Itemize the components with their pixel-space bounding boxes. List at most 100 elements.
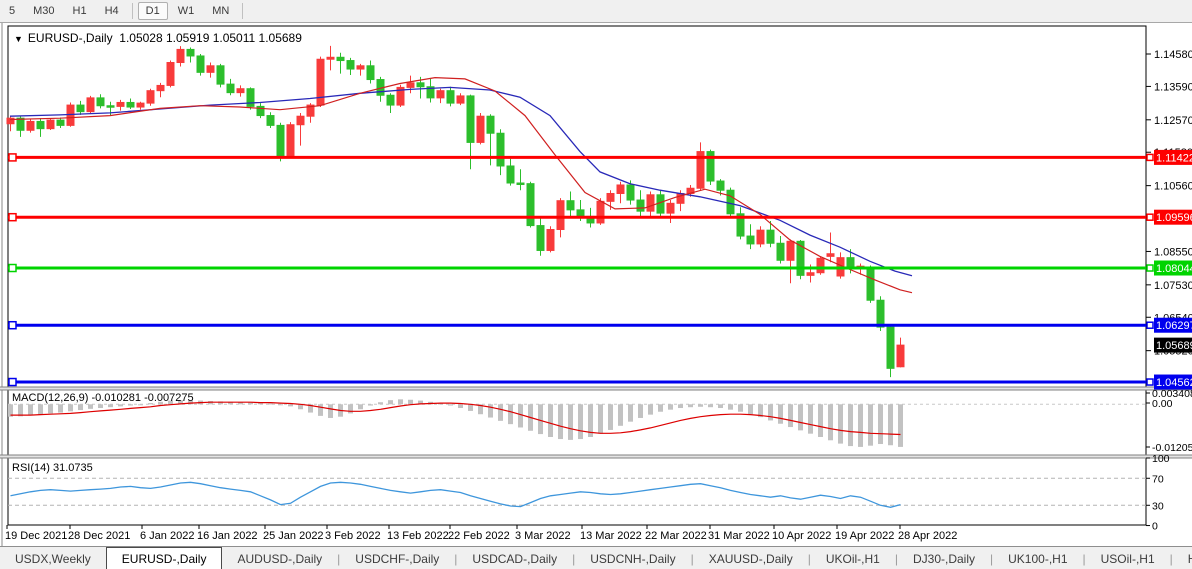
chart-tab-uk100-h1[interactable]: UK100-,H1 (993, 547, 1082, 569)
candle-body (647, 195, 654, 211)
line-handle-square[interactable] (1147, 265, 1153, 271)
candle-body (897, 345, 904, 367)
price-axis-label: 1.14580 (1154, 49, 1192, 61)
line-handle-square[interactable] (9, 214, 16, 221)
timeframe-button-h4[interactable]: H4 (97, 2, 127, 20)
candle-body (107, 106, 114, 108)
candle-body (667, 203, 674, 213)
macd-histogram-bar (358, 404, 363, 409)
candle-body (27, 121, 34, 130)
macd-histogram-bar (858, 404, 863, 447)
candle-body (637, 200, 644, 211)
macd-histogram-bar (498, 404, 503, 421)
macd-histogram-bar (508, 404, 513, 424)
date-axis-label: 3 Feb 2022 (325, 530, 381, 542)
macd-histogram-bar (88, 404, 93, 409)
chart-tab-hk50-h1[interactable]: HK50-,H1 (1173, 547, 1192, 569)
line-handle-square[interactable] (9, 379, 16, 386)
macd-histogram-bar (548, 404, 553, 437)
chart-window[interactable]: 1.145801.135901.125701.115801.105601.085… (0, 23, 1192, 546)
candle-body (557, 201, 564, 230)
candle-body (847, 258, 854, 268)
candle-body (437, 91, 444, 98)
macd-histogram-bar (388, 400, 393, 404)
timeframe-toolbar: 5M30H1H4 D1W1MN (0, 0, 1192, 23)
date-axis-label: 19 Dec 2021 (5, 530, 67, 542)
price-level-label: 1.06297 (1156, 320, 1192, 332)
macd-histogram-bar (838, 404, 843, 443)
macd-histogram-bar (608, 404, 613, 430)
macd-axis-label: 0.00 (1152, 398, 1173, 410)
candle-body (497, 133, 504, 166)
date-axis-label: 22 Mar 2022 (645, 530, 707, 542)
price-axis-label: 1.08550 (1154, 246, 1192, 258)
date-axis-label: 6 Jan 2022 (140, 530, 194, 542)
timeframe-button-d1[interactable]: D1 (138, 2, 168, 20)
macd-histogram-bar (808, 404, 813, 433)
timeframe-button-h1[interactable]: H1 (65, 2, 95, 20)
macd-histogram-bar (848, 404, 853, 446)
macd-histogram-bar (128, 404, 133, 405)
candle-body (807, 273, 814, 276)
candle-body (407, 83, 414, 88)
line-handle-square[interactable] (1147, 154, 1153, 160)
line-handle-square[interactable] (1147, 322, 1153, 328)
candle-body (727, 190, 734, 214)
macd-histogram-bar (38, 404, 43, 414)
macd-histogram-bar (658, 404, 663, 411)
chart-tab-xauusd-daily[interactable]: XAUUSD-,Daily (694, 547, 808, 569)
macd-histogram-bar (558, 404, 563, 439)
chart-title-ohlc: 1.05028 1.05919 1.05011 1.05689 (119, 31, 302, 45)
price-axis-label: 1.07530 (1154, 280, 1192, 292)
chart-tab-usdcnh-daily[interactable]: USDCNH-,Daily (575, 547, 690, 569)
timeframe-button-w1[interactable]: W1 (170, 2, 203, 20)
macd-histogram-bar (578, 404, 583, 439)
candle-body (237, 89, 244, 93)
price-chart-canvas[interactable]: 1.145801.135901.125701.115801.105601.085… (0, 23, 1192, 546)
chart-tab-usdcad-daily[interactable]: USDCAD-,Daily (457, 547, 572, 569)
candle-body (297, 116, 304, 125)
timeframe-button-m30[interactable]: M30 (25, 2, 62, 20)
candle-body (827, 254, 834, 257)
macd-histogram-bar (288, 404, 293, 406)
macd-histogram-bar (868, 404, 873, 445)
macd-histogram-bar (798, 404, 803, 430)
candle-body (577, 210, 584, 217)
candle-body (477, 116, 484, 142)
symbol-dropdown-icon[interactable]: ▼ (14, 34, 23, 44)
line-handle-square[interactable] (1147, 214, 1153, 220)
candle-body (67, 105, 74, 125)
line-handle-square[interactable] (9, 322, 16, 329)
candle-body (357, 66, 364, 69)
line-handle-square[interactable] (9, 265, 16, 272)
chart-tab-usdx-weekly[interactable]: USDX,Weekly (0, 547, 106, 569)
candle-body (347, 61, 354, 70)
macd-histogram-bar (448, 404, 453, 405)
chart-tab-usoil-h1[interactable]: USOil-,H1 (1086, 547, 1170, 569)
candle-body (627, 185, 634, 200)
macd-histogram-bar (748, 404, 753, 414)
chart-tab-dj30-daily[interactable]: DJ30-,Daily (898, 547, 990, 569)
toolbar-separator (132, 3, 133, 19)
chart-tab-ukoil-h1[interactable]: UKOil-,H1 (811, 547, 895, 569)
candle-body (457, 96, 464, 103)
date-axis-label: 28 Dec 2021 (68, 530, 130, 542)
line-handle-square[interactable] (9, 154, 16, 161)
timeframe-button-mn[interactable]: MN (204, 2, 237, 20)
candle-body (617, 185, 624, 194)
macd-histogram-bar (458, 404, 463, 408)
chart-tab-eurusd-daily[interactable]: EURUSD-,Daily (106, 547, 223, 569)
candle-body (117, 102, 124, 106)
chart-tab-audusd-daily[interactable]: AUDUSD-,Daily (222, 547, 337, 569)
line-handle-square[interactable] (1147, 379, 1153, 385)
candle-body (287, 125, 294, 156)
candle-body (97, 98, 104, 106)
date-axis-label: 16 Jan 2022 (197, 530, 258, 542)
candle-body (77, 105, 84, 112)
timeframe-button-5[interactable]: 5 (1, 2, 23, 20)
candle-body (137, 103, 144, 107)
macd-histogram-bar (618, 404, 623, 426)
candle-body (387, 95, 394, 105)
chart-tab-usdchf-daily[interactable]: USDCHF-,Daily (340, 547, 454, 569)
macd-histogram-bar (278, 404, 283, 405)
